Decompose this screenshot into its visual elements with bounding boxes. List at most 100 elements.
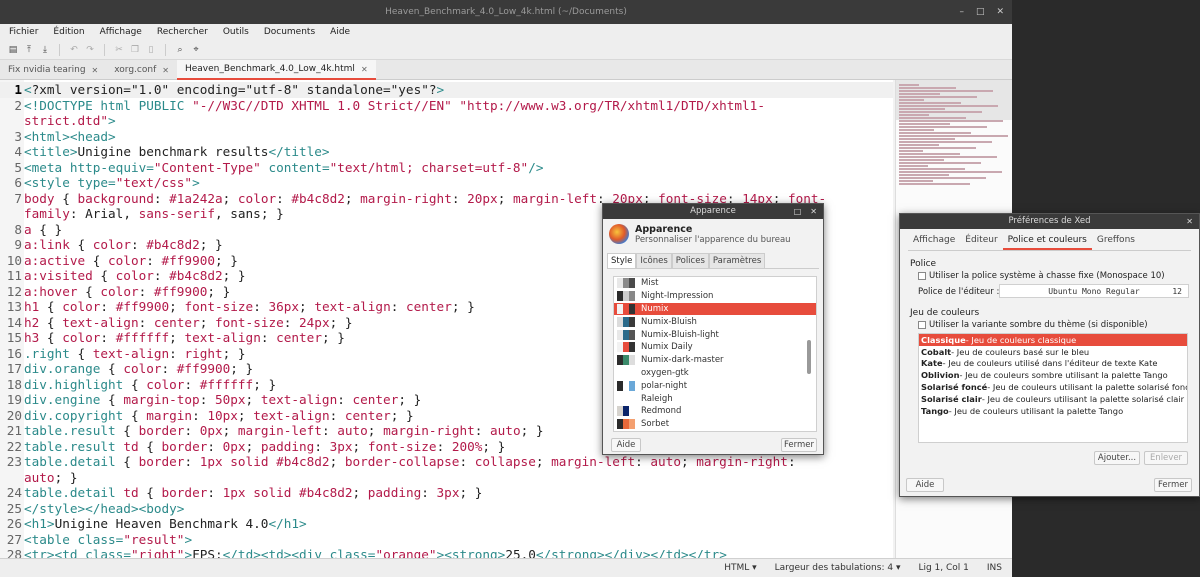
code-line[interactable]: 4 <title>Unigine benchmark results</title… (0, 144, 893, 160)
language-selector[interactable]: HTML ▾ (724, 563, 756, 573)
color-scheme-item[interactable]: Kate - Jeu de couleurs utilisé dans l'éd… (919, 358, 1187, 370)
theme-swatch (617, 393, 635, 404)
dark-variant-checkbox[interactable] (918, 320, 926, 329)
color-scheme-item[interactable]: Solarisé clair - Jeu de couleurs utilisa… (919, 393, 1187, 405)
code-line[interactable]: 27 <table class="result"> (0, 532, 893, 548)
theme-list-scrollbar[interactable] (807, 340, 811, 374)
menu-affichage[interactable]: Affichage (91, 27, 148, 37)
code-line[interactable]: 3 <html><head> (0, 129, 893, 145)
tab-icones[interactable]: Icônes (636, 253, 672, 268)
scheme-name: Solarisé clair (921, 393, 982, 404)
color-scheme-item[interactable]: Tango - Jeu de couleurs utilisant la pal… (919, 405, 1187, 417)
theme-item[interactable]: oxygen-gtk (614, 367, 816, 380)
cut-icon[interactable]: ✂ (114, 45, 124, 55)
code-line[interactable]: 28 <tr><td class="right">FPS:</td><td><di… (0, 547, 893, 558)
appearance-titlebar[interactable]: Apparence □ ✕ (603, 204, 823, 219)
tab-parametres[interactable]: Paramètres (708, 253, 766, 268)
close-tab-icon[interactable]: ✕ (162, 66, 169, 75)
code-line[interactable]: 0auto; } (0, 470, 893, 486)
line-text: </style></head><body> (24, 500, 185, 516)
theme-list[interactable]: Mist Night-Impression Numix Numix-Bluish Num… (613, 276, 817, 432)
theme-item[interactable]: Numix-Bluish-light (614, 328, 816, 341)
theme-item[interactable]: Numix Daily (614, 341, 816, 354)
line-text: a:hover { color: #ff9900; } (24, 283, 231, 299)
color-scheme-item[interactable]: Solarisé foncé - Jeu de couleurs utilisa… (919, 381, 1187, 393)
code-line[interactable]: 2 <!DOCTYPE html PUBLIC "-//W3C//DTD XHTM… (0, 98, 893, 114)
code-line[interactable]: 0strict.dtd"> (0, 113, 893, 129)
help-button[interactable]: Aide (611, 438, 641, 452)
color-scheme-item[interactable]: Oblivion - Jeu de couleurs sombre utilis… (919, 369, 1187, 381)
color-scheme-item[interactable]: Classique - Jeu de couleurs classique (919, 334, 1187, 346)
replace-icon[interactable]: ⌖ (191, 45, 201, 55)
theme-item[interactable]: Night-Impression (614, 290, 816, 303)
code-line[interactable]: 23 table.detail { border: 1px solid #b4c8… (0, 454, 893, 470)
tab-style[interactable]: Style (607, 253, 637, 268)
status-bar: HTML ▾ Largeur des tabulations: 4 ▾ Lig … (0, 558, 1012, 577)
menu-fichier[interactable]: Fichier (0, 27, 44, 37)
tab-fix-nvidia-tearing[interactable]: Fix nvidia tearing ✕ (0, 60, 106, 80)
menu-rechercher[interactable]: Rechercher (148, 27, 214, 37)
remove-scheme-button[interactable]: Enlever (1144, 451, 1188, 465)
preferences-titlebar[interactable]: Préférences de Xed ✕ (900, 214, 1199, 229)
theme-item[interactable]: Redmond (614, 405, 816, 418)
code-line[interactable]: 26 <h1>Unigine Heaven Benchmark 4.0</h1> (0, 516, 893, 532)
system-font-checkbox[interactable] (918, 271, 926, 280)
tab-affichage[interactable]: Affichage (908, 233, 960, 250)
search-icon[interactable]: ⌕ (175, 45, 185, 55)
new-document-icon[interactable]: ▤ (8, 45, 18, 55)
maximize-icon[interactable]: □ (976, 0, 985, 24)
close-icon[interactable]: ✕ (810, 204, 817, 219)
redo-icon[interactable]: ↷ (85, 45, 95, 55)
help-button[interactable]: Aide (906, 478, 944, 492)
color-scheme-list[interactable]: Classique - Jeu de couleurs classique Cob… (918, 333, 1188, 443)
paste-icon[interactable]: ▯ (146, 45, 156, 55)
theme-item[interactable]: Numix (614, 302, 816, 316)
minimize-icon[interactable]: – (959, 0, 964, 24)
undo-icon[interactable]: ↶ (69, 45, 79, 55)
code-line[interactable]: 1 <?xml version="1.0" encoding="utf-8" st… (0, 82, 893, 98)
open-icon[interactable]: ⤒ (24, 45, 34, 55)
theme-item[interactable]: Numix-Bluish (614, 315, 816, 328)
theme-item[interactable]: Sorbet (614, 418, 816, 431)
save-icon[interactable]: ⤓ (40, 45, 50, 55)
menu-aide[interactable]: Aide (321, 27, 356, 37)
toolbar-separator (59, 43, 60, 56)
tab-heaven-benchmark[interactable]: Heaven_Benchmark_4.0_Low_4k.html ✕ (176, 60, 376, 80)
code-line[interactable]: 5 <meta http-equiv="Content-Type" content… (0, 160, 893, 176)
maximize-icon[interactable]: □ (794, 204, 802, 219)
menu-documents[interactable]: Documents (255, 27, 321, 37)
close-icon[interactable]: ✕ (996, 0, 1004, 24)
copy-icon[interactable]: ❐ (130, 45, 140, 55)
color-scheme-item[interactable]: Cobalt - Jeu de couleurs basé sur le ble… (919, 346, 1187, 358)
line-number: 25 (6, 500, 22, 516)
tab-polices[interactable]: Polices (671, 253, 709, 268)
theme-item[interactable]: Raleigh (614, 392, 816, 405)
menu-outils[interactable]: Outils (214, 27, 255, 37)
menu-edition[interactable]: Édition (44, 27, 90, 37)
tab-editeur[interactable]: Éditeur (960, 233, 1002, 250)
theme-item[interactable]: polar-night (614, 379, 816, 392)
add-scheme-button[interactable]: Ajouter... (1094, 451, 1140, 465)
code-line[interactable]: 24 table.detail td { border: 1px solid #b… (0, 485, 893, 501)
theme-item[interactable]: Numix-dark-master (614, 354, 816, 367)
line-text: a:active { color: #ff9900; } (24, 252, 238, 268)
minimap-line (899, 165, 928, 167)
tab-width-selector[interactable]: Largeur des tabulations: 4 ▾ (775, 563, 901, 573)
close-button[interactable]: Fermer (1154, 478, 1192, 492)
window-titlebar[interactable]: Heaven_Benchmark_4.0_Low_4k.html (~/Docu… (0, 0, 1012, 24)
tab-police-couleurs[interactable]: Police et couleurs (1002, 233, 1092, 250)
code-line[interactable]: 25 </style></head><body> (0, 501, 893, 517)
close-tab-icon[interactable]: ✕ (92, 66, 99, 75)
tab-greffons[interactable]: Greffons (1092, 233, 1140, 250)
theme-item[interactable]: Mist (614, 277, 816, 290)
code-line[interactable]: 6 <style type="text/css"> (0, 175, 893, 191)
close-icon[interactable]: ✕ (1186, 214, 1193, 229)
appearance-title: Apparence (690, 206, 736, 216)
close-button[interactable]: Fermer (781, 438, 817, 452)
dark-variant-option[interactable]: Utiliser la variante sombre du thème (si… (918, 320, 1148, 330)
system-font-option[interactable]: Utiliser la police système à chasse fixe… (918, 271, 1165, 281)
editor-font-button[interactable]: Ubuntu Mono Regular 12 (999, 284, 1189, 298)
tab-xorg-conf[interactable]: xorg.conf ✕ (106, 60, 177, 80)
minimap-line (899, 156, 997, 158)
close-tab-icon[interactable]: ✕ (361, 65, 368, 74)
